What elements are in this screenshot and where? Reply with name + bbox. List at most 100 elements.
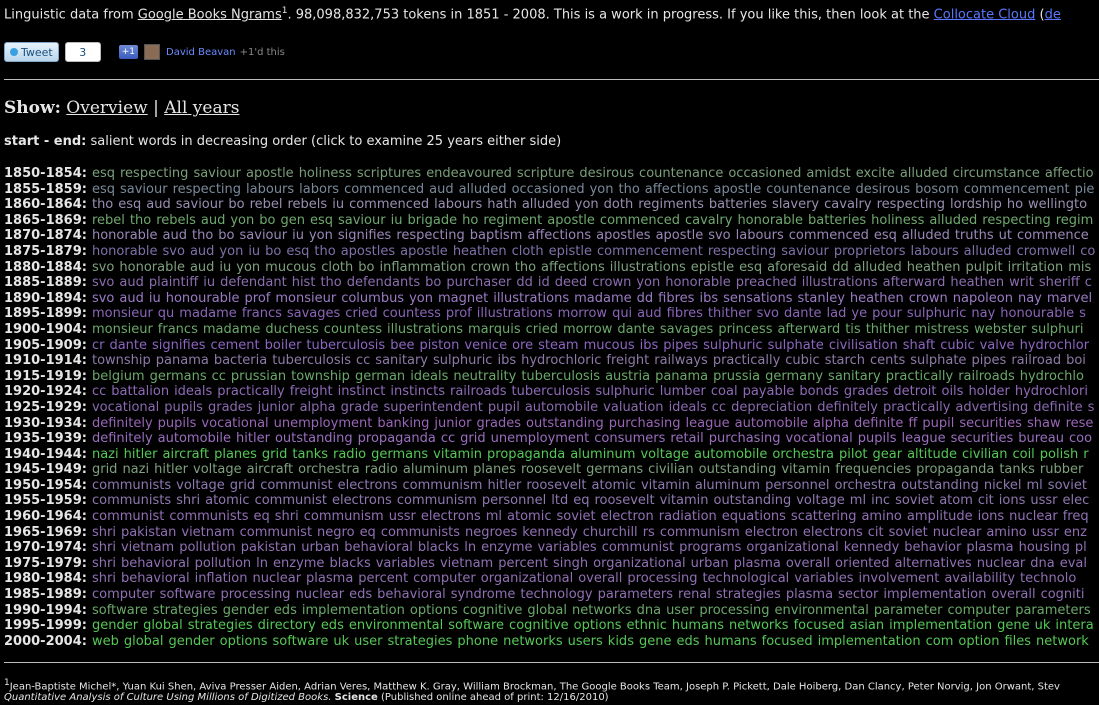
salient-word[interactable]: cit xyxy=(868,525,884,540)
salient-word[interactable]: iu xyxy=(149,291,161,306)
salient-word[interactable]: grid xyxy=(92,462,117,477)
salient-word[interactable]: electrons xyxy=(332,493,392,508)
salient-word[interactable]: negro xyxy=(317,525,355,540)
salient-word[interactable]: soviet xyxy=(889,525,928,540)
salient-word[interactable]: communist xyxy=(260,478,332,493)
salient-word[interactable]: strategies xyxy=(716,587,781,602)
salient-word[interactable]: regiment xyxy=(483,213,542,228)
salient-word[interactable]: tuberculosis xyxy=(521,369,600,384)
salient-word[interactable]: crown xyxy=(592,275,631,290)
salient-word[interactable]: aud xyxy=(429,182,453,197)
salient-word[interactable]: networks xyxy=(729,618,789,633)
salient-word[interactable]: plasma xyxy=(306,571,353,586)
salient-word[interactable]: yon xyxy=(230,213,254,228)
salient-word[interactable]: vocational xyxy=(92,400,159,415)
salient-word[interactable]: gene xyxy=(997,618,1030,633)
salient-word[interactable]: options xyxy=(574,618,622,633)
salient-word[interactable]: commenced xyxy=(600,213,680,228)
salient-word[interactable]: eds xyxy=(349,587,372,602)
salient-word[interactable]: baptism xyxy=(470,228,523,243)
salient-word[interactable]: pupils xyxy=(164,400,203,415)
salient-word[interactable]: svo xyxy=(92,275,114,290)
salient-word[interactable]: renal xyxy=(678,587,711,602)
salient-word[interactable]: radio xyxy=(333,447,366,462)
salient-word[interactable]: bureau xyxy=(1018,431,1064,446)
salient-word[interactable]: saviour xyxy=(176,197,224,212)
salient-word[interactable]: soviet xyxy=(556,509,595,524)
salient-word[interactable]: nazi xyxy=(122,462,149,477)
salient-word[interactable]: ho xyxy=(462,213,478,228)
salient-word[interactable]: bo xyxy=(425,275,441,290)
salient-word[interactable]: prussia xyxy=(713,369,760,384)
salient-word[interactable]: wellingto xyxy=(1028,197,1087,212)
salient-word[interactable]: monsieur xyxy=(92,306,153,321)
salient-word[interactable]: network xyxy=(1036,634,1089,649)
salient-word[interactable]: thither xyxy=(708,306,752,321)
salient-word[interactable]: hath xyxy=(487,197,517,212)
salient-word[interactable]: computer xyxy=(92,587,155,602)
salient-word[interactable]: desirous xyxy=(579,166,634,181)
salient-word[interactable]: pollution xyxy=(195,556,252,571)
salient-word[interactable]: strategies xyxy=(153,603,218,618)
salient-word[interactable]: aluminum xyxy=(695,478,760,493)
salient-word[interactable]: francs xyxy=(158,322,198,337)
salient-word[interactable]: civilisation xyxy=(829,338,898,353)
salient-word[interactable]: stanley xyxy=(798,291,845,306)
salient-word[interactable]: definitely xyxy=(817,400,878,415)
salient-word[interactable]: alluded xyxy=(964,244,1012,259)
salient-word[interactable]: respecting xyxy=(396,228,464,243)
salient-word[interactable]: eds xyxy=(274,603,297,618)
salient-word[interactable]: sanitary xyxy=(828,369,881,384)
salient-word[interactable]: singh xyxy=(553,556,588,571)
salient-word[interactable]: aud xyxy=(119,291,143,306)
salient-word[interactable]: superintendent xyxy=(383,400,482,415)
salient-word[interactable]: environmental xyxy=(349,618,443,633)
salient-word[interactable]: grid xyxy=(460,431,485,446)
salient-word[interactable]: polish xyxy=(1040,447,1078,462)
salient-word[interactable]: esq xyxy=(874,228,897,243)
salient-word[interactable]: ideals xyxy=(669,400,707,415)
salient-word[interactable]: aforesaid xyxy=(767,260,827,275)
salient-word[interactable]: cr xyxy=(92,338,105,353)
salient-word[interactable]: svo xyxy=(757,306,779,321)
salient-word[interactable]: saviour xyxy=(240,228,288,243)
salient-word[interactable]: inc xyxy=(871,493,890,508)
salient-word[interactable]: truths xyxy=(955,228,994,243)
salient-word[interactable]: atomic xyxy=(507,509,551,524)
salient-word[interactable]: epistle xyxy=(549,244,592,259)
salient-word[interactable]: scattering xyxy=(791,509,857,524)
salient-word[interactable]: parameters xyxy=(1015,603,1090,618)
salient-word[interactable]: railroad xyxy=(1011,353,1061,368)
salient-word[interactable]: propaganda xyxy=(916,462,994,477)
salient-word[interactable]: respecting xyxy=(877,197,945,212)
salient-word[interactable]: instinct xyxy=(338,384,386,399)
salient-word[interactable]: valuation xyxy=(603,400,663,415)
salient-word[interactable]: regim xyxy=(1056,213,1094,228)
salient-word[interactable]: automobile xyxy=(158,431,231,446)
salient-word[interactable]: propaganda xyxy=(487,447,565,462)
salient-word[interactable]: tanks xyxy=(999,462,1035,477)
salient-word[interactable]: respecting xyxy=(120,166,188,181)
salient-word[interactable]: mistress xyxy=(914,322,969,337)
salient-word[interactable]: inflammation xyxy=(379,260,465,275)
salient-word[interactable]: illustrations xyxy=(802,275,878,290)
salient-word[interactable]: grid xyxy=(262,447,287,462)
salient-word[interactable]: web xyxy=(92,634,119,649)
salient-word[interactable]: shaw xyxy=(1027,416,1061,431)
salient-word[interactable]: germany xyxy=(765,369,823,384)
salient-word[interactable]: implementation xyxy=(883,587,986,602)
salient-word[interactable]: bosom xyxy=(915,182,959,197)
salient-word[interactable]: uk xyxy=(333,634,349,649)
salient-word[interactable]: rese xyxy=(1066,416,1094,431)
salient-word[interactable]: civilian xyxy=(962,447,1008,462)
salient-word[interactable]: cried xyxy=(345,306,377,321)
salient-word[interactable]: enz xyxy=(1064,525,1087,540)
salient-word[interactable]: options xyxy=(220,634,268,649)
salient-word[interactable]: prof xyxy=(446,306,472,321)
salient-word[interactable]: qu xyxy=(158,306,175,321)
salient-word[interactable]: tho xyxy=(320,275,341,290)
salient-word[interactable]: freq xyxy=(1063,509,1089,524)
salient-word[interactable]: yon xyxy=(575,197,599,212)
salient-word[interactable]: bonds xyxy=(799,384,838,399)
salient-word[interactable]: pilot xyxy=(839,447,868,462)
